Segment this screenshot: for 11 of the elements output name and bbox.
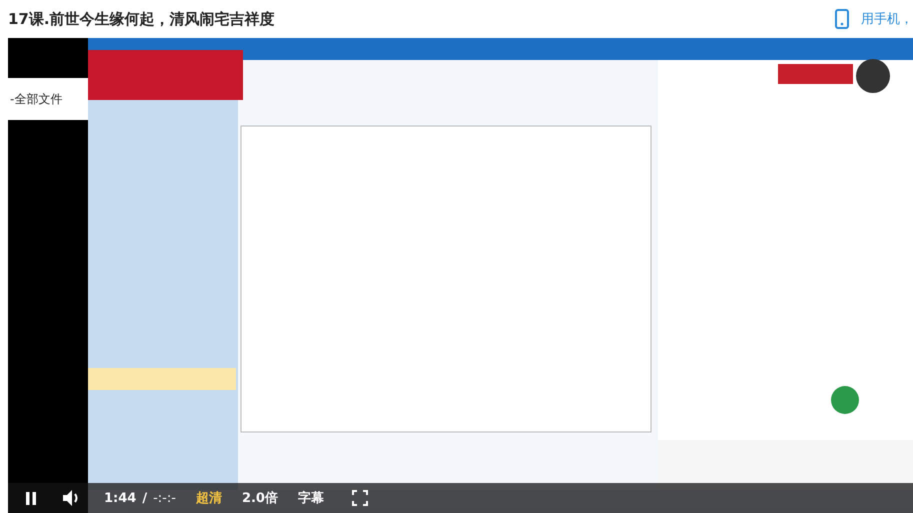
mobile-link[interactable]: 用手机， bbox=[861, 10, 913, 28]
course-title: 17课.前世今生缘何起，清风闹宅吉祥度 bbox=[8, 10, 275, 28]
quality-button[interactable]: 超清 bbox=[196, 489, 222, 507]
fullscreen-icon[interactable] bbox=[352, 490, 368, 506]
time-separator: / bbox=[142, 490, 148, 506]
speed-button[interactable]: 2.0倍 bbox=[242, 489, 278, 507]
subtitles-button[interactable]: 字幕 bbox=[298, 489, 324, 507]
duration: -:-:- bbox=[153, 490, 176, 506]
pause-button[interactable] bbox=[24, 490, 38, 506]
current-time: 1:44 bbox=[104, 490, 136, 506]
phone-icon bbox=[835, 9, 849, 29]
